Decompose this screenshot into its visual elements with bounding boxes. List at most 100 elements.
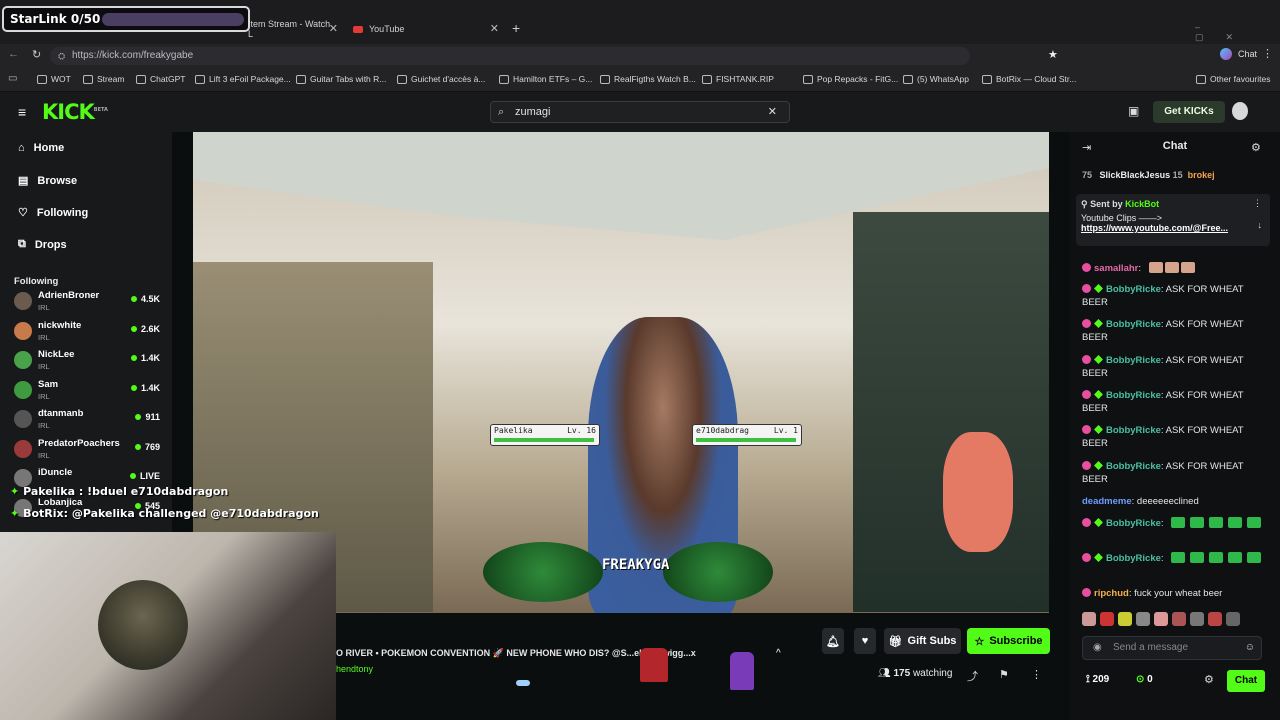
- emoji-icon[interactable]: ☺: [1245, 637, 1255, 659]
- close-icon[interactable]: ✕: [329, 22, 338, 35]
- emote[interactable]: [1118, 612, 1132, 626]
- emote[interactable]: [1226, 612, 1240, 626]
- gift-subs-button[interactable]: 🎁︎ Gift Subs: [884, 628, 961, 654]
- chat-username[interactable]: BobbyRicke: [1106, 425, 1161, 436]
- new-tab-button[interactable]: +: [512, 20, 520, 36]
- nav-following[interactable]: ♡ Following: [18, 206, 88, 220]
- pinned-link[interactable]: https://www.youtube.com/@Free...: [1081, 223, 1265, 233]
- kicks-balance[interactable]: ⊙ 0: [1136, 674, 1153, 685]
- nav-home[interactable]: ⌂ Home: [18, 142, 64, 154]
- emote[interactable]: [1208, 612, 1222, 626]
- copilot-chat-label[interactable]: Chat: [1238, 49, 1257, 59]
- chat-username[interactable]: BobbyRicke: [1106, 461, 1161, 472]
- other-favourites[interactable]: Other favourites: [1196, 74, 1270, 84]
- bookmark-item[interactable]: FISHTANK.RIP: [702, 74, 774, 84]
- bookmark-item[interactable]: Stream: [83, 74, 124, 84]
- chat-username[interactable]: BobbyRicke: [1106, 284, 1161, 295]
- chat-message-input[interactable]: ◉ Send a message ☺: [1082, 636, 1262, 660]
- close-icon[interactable]: ✕: [490, 22, 499, 35]
- tab-item-stream[interactable]: Item Stream - Watch L ✕: [240, 18, 342, 40]
- chat-username[interactable]: deadmeme: [1082, 496, 1132, 507]
- more-menu-icon[interactable]: ⋮: [1262, 47, 1273, 60]
- expand-icon[interactable]: ↓: [1258, 220, 1263, 230]
- emote[interactable]: [1154, 612, 1168, 626]
- menu-icon[interactable]: ≡: [18, 104, 26, 120]
- bookmark-item[interactable]: Pop Repacks - FitG...: [803, 74, 898, 84]
- get-kicks-button[interactable]: Get KICKs: [1153, 101, 1225, 123]
- reading-list-icon[interactable]: ▭: [8, 73, 17, 84]
- send-chat-button[interactable]: Chat: [1227, 670, 1265, 692]
- emote[interactable]: [1136, 612, 1150, 626]
- chat-message[interactable]: BobbyRicke: ASK FOR WHEAT BEER: [1082, 318, 1270, 344]
- following-channel[interactable]: nickwhite IRL 2.6K: [14, 320, 164, 348]
- nav-drops[interactable]: ⧉ Drops: [18, 238, 67, 251]
- subscribe-button[interactable]: ☆ Subscribe: [967, 628, 1050, 654]
- following-channel[interactable]: Sam IRL 1.4K: [14, 379, 164, 407]
- chat-message[interactable]: BobbyRicke:: [1082, 552, 1270, 565]
- emote[interactable]: [1082, 612, 1096, 626]
- clip-icon[interactable]: ⚑: [999, 668, 1009, 681]
- chat-message[interactable]: BobbyRicke: ASK FOR WHEAT BEER: [1082, 354, 1270, 380]
- bookmark-item[interactable]: RealFigths Watch B...: [600, 74, 696, 84]
- chat-username[interactable]: BobbyRicke: [1106, 355, 1161, 366]
- following-channel[interactable]: NickLee IRL 1.4K: [14, 349, 164, 377]
- share-icon[interactable]: ⤴: [967, 668, 978, 684]
- folder-icon: [83, 74, 93, 84]
- copilot-icon[interactable]: [1220, 48, 1232, 60]
- bookmark-item[interactable]: Guichet d'accès à...: [397, 74, 485, 84]
- chat-settings-icon[interactable]: ◉: [1093, 637, 1102, 659]
- nav-browse[interactable]: ▤ Browse: [18, 174, 77, 188]
- following-channel[interactable]: dtanmanb IRL 911: [14, 408, 164, 436]
- following-channel[interactable]: PredatorPoachers IRL 769: [14, 438, 164, 466]
- reload-icon[interactable]: ↻: [32, 48, 41, 61]
- chat-username[interactable]: BobbyRicke: [1106, 390, 1161, 401]
- follow-button[interactable]: ♥: [854, 628, 876, 654]
- bookmark-item[interactable]: Guitar Tabs with R...: [296, 74, 386, 84]
- search-input[interactable]: ⌕ zumagi ✕: [490, 101, 790, 123]
- channel-category: IRL: [38, 332, 50, 342]
- channel-points[interactable]: ⟟ 209: [1086, 674, 1109, 685]
- emote[interactable]: [1190, 612, 1204, 626]
- chat-message[interactable]: BobbyRicke: ASK FOR WHEAT BEER: [1082, 283, 1270, 309]
- chevron-up-icon[interactable]: ^: [776, 648, 781, 659]
- more-options-icon[interactable]: ⋮: [1253, 198, 1262, 209]
- avatar[interactable]: [1232, 102, 1248, 120]
- chat-users-icon[interactable]: ⚙: [1251, 141, 1261, 154]
- chat-message[interactable]: deadmeme: deeeeeeclined: [1082, 495, 1270, 508]
- notification-bell-button[interactable]: 🔔︎: [822, 628, 844, 654]
- bookmark-item[interactable]: (5) WhatsApp: [903, 74, 969, 84]
- emote[interactable]: [1100, 612, 1114, 626]
- following-channel[interactable]: AdrienBroner IRL 4.5K: [14, 290, 164, 318]
- chat-username[interactable]: BobbyRicke: [1106, 319, 1161, 330]
- chat-username[interactable]: ripchud: [1094, 588, 1129, 599]
- pixel-character-red: [640, 648, 668, 682]
- window-controls[interactable]: –▢✕: [1195, 22, 1280, 43]
- emote[interactable]: [1172, 612, 1186, 626]
- tab-youtube[interactable]: YouTube ✕: [345, 18, 503, 40]
- layout-icon[interactable]: ▣: [1128, 104, 1139, 118]
- bookmark-item[interactable]: WOT: [37, 74, 71, 84]
- bookmark-item[interactable]: BotRix — Cloud Str...: [982, 74, 1076, 84]
- site-info-icon[interactable]: ⛭: [58, 47, 65, 65]
- more-options-icon[interactable]: ⋮: [1031, 668, 1042, 681]
- chat-message[interactable]: BobbyRicke: ASK FOR WHEAT BEER: [1082, 460, 1270, 486]
- star-icon[interactable]: ★: [1048, 48, 1058, 61]
- chat-username[interactable]: BobbyRicke: [1106, 518, 1161, 529]
- chat-message[interactable]: ripchud: fuck your wheat beer: [1082, 587, 1270, 600]
- chat-username[interactable]: BobbyRicke: [1106, 553, 1161, 564]
- kick-logo[interactable]: KICKBETA: [42, 100, 108, 124]
- gear-icon[interactable]: ⚙: [1204, 673, 1214, 686]
- url-input[interactable]: ⛭ https://kick.com/freakygabe: [50, 47, 970, 65]
- chat-message[interactable]: BobbyRicke: ASK FOR WHEAT BEER: [1082, 389, 1270, 415]
- bookmark-item[interactable]: Lift 3 eFoil Package...: [195, 74, 291, 84]
- clear-search-icon[interactable]: ✕: [768, 102, 777, 122]
- bookmark-item[interactable]: Hamilton ETFs – G...: [499, 74, 592, 84]
- pinned-message[interactable]: ⚲ Sent by KickBot Youtube Clips ——> http…: [1076, 194, 1270, 246]
- chat-username[interactable]: samallahr: [1094, 263, 1138, 274]
- chat-message[interactable]: BobbyRicke:: [1082, 517, 1270, 530]
- chat-message[interactable]: samallahr:: [1082, 262, 1270, 275]
- bookmark-item[interactable]: ChatGPT: [136, 74, 185, 84]
- chat-message[interactable]: BobbyRicke: ASK FOR WHEAT BEER: [1082, 424, 1270, 450]
- sub-badge-icon: [1082, 284, 1091, 293]
- back-icon[interactable]: ←: [8, 48, 19, 60]
